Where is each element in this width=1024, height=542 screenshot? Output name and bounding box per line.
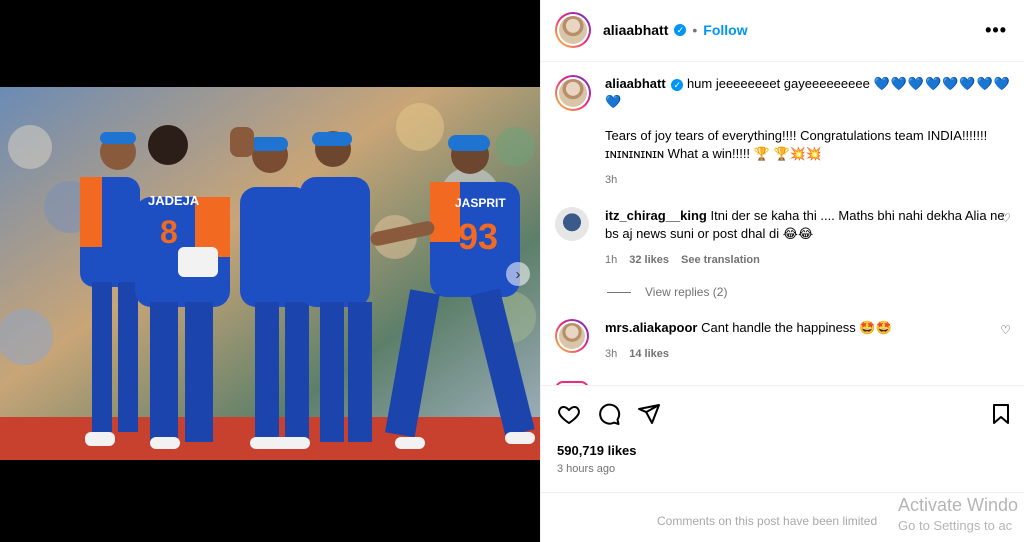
- svg-text:8: 8: [160, 214, 178, 250]
- comment-item: mrs.aliakapoor Cant handle the happiness…: [555, 319, 1011, 363]
- comments-limited-notice: Comments on this post have been limited: [657, 514, 878, 528]
- comment-like-heart-icon[interactable]: ♡: [1000, 323, 1011, 337]
- share-icon[interactable]: [637, 402, 661, 426]
- view-replies-label: View replies (2): [645, 285, 728, 299]
- caption-text: Tears of joy tears of everything!!!! Con…: [605, 128, 988, 161]
- author-username[interactable]: aliaabhatt: [603, 22, 668, 38]
- caption-time: 3h: [605, 174, 618, 186]
- follow-button[interactable]: Follow: [703, 22, 747, 38]
- commenter-avatar[interactable]: [555, 207, 589, 241]
- comment-like-heart-icon[interactable]: ♡: [1000, 211, 1011, 225]
- author-avatar[interactable]: [555, 12, 591, 48]
- verified-badge-icon: ✓: [674, 24, 687, 36]
- comment-username[interactable]: mrs.aliakapoor: [605, 320, 698, 335]
- comment-icon[interactable]: [597, 402, 621, 426]
- caption-username[interactable]: aliaabhatt: [605, 76, 666, 91]
- watermark-line1: Activate Windo: [898, 495, 1019, 515]
- see-translation-link[interactable]: See translation: [681, 251, 760, 269]
- carousel-next-button[interactable]: ›: [506, 262, 530, 286]
- post-actions: 590,719 likes 3 hours ago: [541, 385, 1024, 493]
- post-caption: aliaabhatt ✓ hum jeeeeeeeet gayeeeeeeeee…: [555, 75, 1011, 189]
- post-media: JADEJA 8 JASPRIT 93 ›: [0, 0, 540, 542]
- view-replies-button[interactable]: View replies (2): [607, 285, 727, 299]
- comment-likes[interactable]: 14 likes: [629, 345, 669, 363]
- comment-likes[interactable]: 32 likes: [629, 251, 669, 269]
- comments-scroll-area[interactable]: aliaabhatt ✓ hum jeeeeeeeet gayeeeeeeeee…: [541, 63, 1024, 385]
- caption-avatar[interactable]: [555, 75, 591, 111]
- comment-time: 1h: [605, 254, 618, 266]
- post-header: aliaabhatt ✓ • Follow •••: [541, 0, 1024, 62]
- caption-line1: hum jeeeeeeeet gayeeeeeeeee: [686, 76, 870, 91]
- svg-text:93: 93: [458, 216, 498, 257]
- bookmark-icon[interactable]: [989, 402, 1013, 426]
- svg-text:JADEJA: JADEJA: [148, 193, 200, 208]
- comment-item: itz_chirag__king Itni der se kaha thi ..…: [555, 207, 1011, 269]
- likes-count[interactable]: 590,719 likes: [557, 443, 637, 458]
- separator-dot: •: [692, 22, 698, 38]
- chevron-right-icon: ›: [515, 265, 521, 283]
- post-details-panel: aliaabhatt ✓ • Follow ••• aliaabhatt ✓ h…: [540, 0, 1024, 542]
- comment-username[interactable]: itz_chirag__king: [605, 208, 707, 223]
- heart-icon[interactable]: [557, 402, 581, 426]
- more-options-icon[interactable]: •••: [985, 20, 1007, 41]
- post-timestamp: 3 hours ago: [557, 463, 616, 475]
- windows-activation-watermark: Activate Windo Go to Settings to ac: [898, 495, 1018, 533]
- commenter-avatar[interactable]: [555, 319, 589, 353]
- comment-text: Cant handle the happiness 🤩🤩: [701, 320, 892, 335]
- post-photo[interactable]: JADEJA 8 JASPRIT 93: [0, 87, 540, 460]
- svg-text:JASPRIT: JASPRIT: [455, 196, 506, 210]
- team-celebration-image: JADEJA 8 JASPRIT 93: [0, 87, 540, 460]
- watermark-line2: Go to Settings to ac: [898, 518, 1013, 533]
- verified-badge-icon: ✓: [671, 78, 684, 91]
- comment-time: 3h: [605, 348, 618, 360]
